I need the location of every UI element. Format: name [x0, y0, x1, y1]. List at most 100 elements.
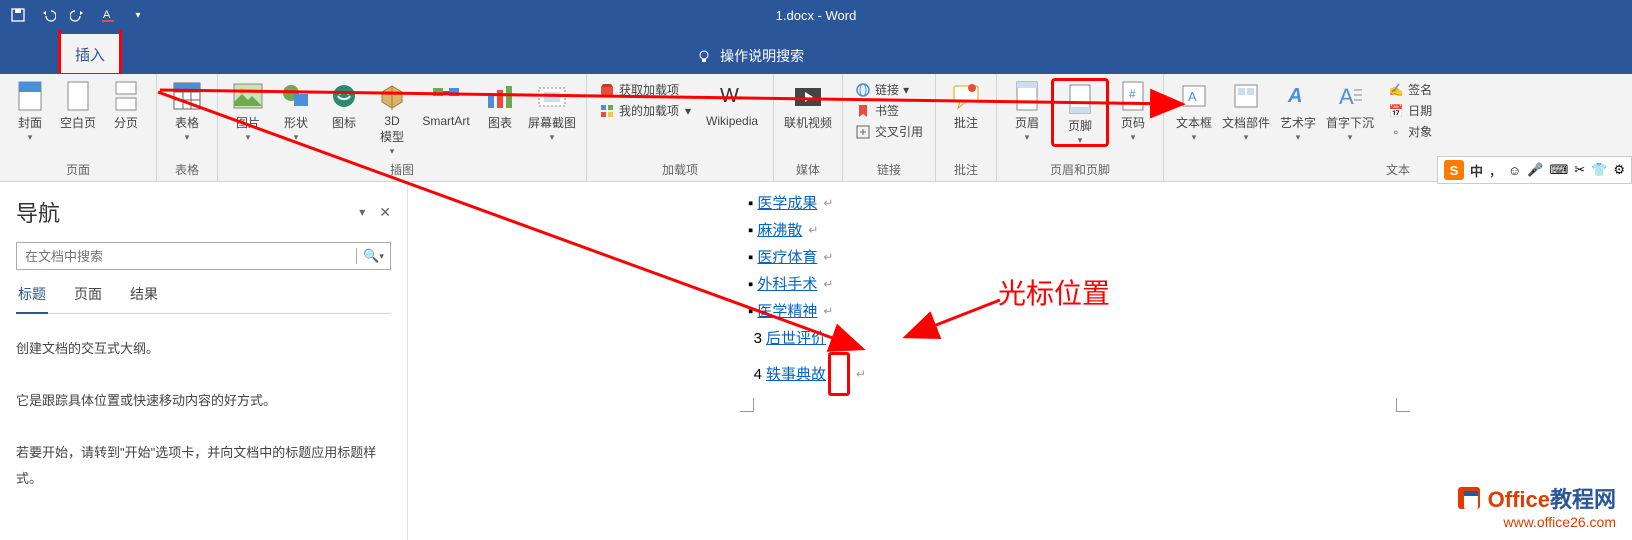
dropcap-button[interactable]: A首字下沉▾ — [1322, 78, 1378, 141]
footer-button[interactable]: 页脚▾ — [1056, 81, 1104, 144]
3d-models-button[interactable]: 3D 模型▾ — [368, 78, 416, 155]
text-box-button[interactable]: A文本框▾ — [1170, 78, 1218, 141]
link-anecdotes[interactable]: 轶事典故 — [766, 361, 826, 388]
object-button[interactable]: ▫对象 — [1386, 122, 1434, 141]
tab-insert[interactable]: 插入 — [61, 34, 119, 73]
ime-skin[interactable]: 👕 — [1591, 162, 1607, 178]
object-icon: ▫ — [1388, 124, 1404, 140]
nav-dropdown-icon[interactable]: ▾ — [359, 205, 365, 219]
get-addins-button[interactable]: 获取加载项 — [597, 80, 693, 99]
footer-icon — [1064, 83, 1096, 115]
wikipedia-button[interactable]: WWikipedia — [697, 78, 767, 128]
lightbulb-icon — [696, 48, 712, 64]
icons-button[interactable]: 图标 — [320, 78, 368, 131]
cursor-marker — [828, 352, 850, 396]
wm-brand1: Office — [1488, 487, 1550, 512]
link-later-reviews[interactable]: 后世评价 — [766, 325, 826, 352]
quickparts-icon — [1230, 80, 1262, 112]
cross-ref-button[interactable]: 交叉引用 — [853, 122, 925, 141]
page-corner-right — [1396, 398, 1410, 412]
ime-mic[interactable]: 🎤 — [1527, 162, 1543, 178]
list-item: 3后世评价↵ — [748, 325, 866, 352]
addins-icon — [599, 103, 615, 119]
link-mafeisan[interactable]: 麻沸散 — [757, 217, 802, 244]
nav-search-button[interactable]: 🔍 ▾ — [356, 248, 390, 264]
link-button[interactable]: 链接 ▾ — [853, 80, 925, 99]
window-title: 1.docx - Word — [776, 8, 857, 23]
page-number-button[interactable]: #页码▾ — [1109, 78, 1157, 141]
group-media-label: 媒体 — [774, 159, 842, 181]
group-table-label: 表格 — [157, 159, 217, 181]
date-icon: 📅 — [1388, 103, 1404, 119]
smartart-button[interactable]: SmartArt — [416, 78, 476, 128]
nav-msg1: 创建文档的交互式大纲。 — [16, 336, 391, 362]
svg-text:A: A — [1339, 84, 1354, 109]
smartart-icon — [430, 80, 462, 112]
nav-close-icon[interactable]: ✕ — [379, 204, 391, 221]
save-icon[interactable] — [10, 7, 26, 23]
comment-button[interactable]: 批注 — [942, 78, 990, 131]
ime-keyboard[interactable]: ⌨ — [1549, 162, 1568, 178]
table-button[interactable]: 表格▾ — [163, 78, 211, 141]
shapes-button[interactable]: 形状▾ — [272, 78, 320, 141]
svg-text:W: W — [720, 85, 739, 107]
blank-page-icon — [62, 80, 94, 112]
nav-tab-results[interactable]: 结果 — [128, 284, 160, 313]
bookmark-button[interactable]: 书签 — [853, 101, 925, 120]
group-hf-label: 页眉和页脚 — [997, 159, 1163, 181]
pictures-button[interactable]: 图片▾ — [224, 78, 272, 141]
font-color-icon[interactable]: A — [100, 7, 116, 23]
signature-button[interactable]: ✍签名 — [1386, 80, 1434, 99]
ime-toolbar[interactable]: S 中 ， ☺ 🎤 ⌨ ✂ 👕 ⚙ — [1437, 156, 1632, 184]
group-page-label: 页面 — [0, 159, 156, 181]
screenshot-button[interactable]: 屏幕截图▾ — [524, 78, 580, 141]
quick-parts-button[interactable]: 文档部件▾ — [1218, 78, 1274, 141]
header-icon — [1011, 80, 1043, 112]
group-links: 链接 ▾ 书签 交叉引用 链接 — [843, 74, 936, 181]
cross-ref-icon — [855, 124, 871, 140]
quick-access-toolbar: A ▾ — [0, 7, 156, 23]
group-header-footer: 页眉▾ 页脚▾ #页码▾ 页眉和页脚 — [997, 74, 1164, 181]
group-link-label: 链接 — [843, 159, 935, 181]
cover-page-button[interactable]: 封面▾ — [6, 78, 54, 141]
page-break-button[interactable]: 分页 — [102, 78, 150, 131]
online-video-button[interactable]: 联机视频 — [780, 78, 836, 131]
list-item: ▪麻沸散↵ — [748, 217, 866, 244]
ime-emoji[interactable]: ☺ — [1508, 163, 1521, 178]
textbox-icon: A — [1178, 80, 1210, 112]
my-addins-button[interactable]: 我的加载项 ▾ — [597, 101, 693, 120]
nav-search[interactable]: 🔍 ▾ — [16, 242, 391, 270]
ime-scissors[interactable]: ✂ — [1574, 162, 1585, 178]
tell-me-text: 操作说明搜索 — [720, 46, 804, 66]
document-area[interactable]: ▪医学成果↵ ▪麻沸散↵ ▪医疗体育↵ ▪外科手术↵ ▪医学精神↵ 3后世评价↵… — [408, 182, 1632, 540]
header-button[interactable]: 页眉▾ — [1003, 78, 1051, 141]
link-medical-spirit[interactable]: 医学精神 — [757, 298, 817, 325]
nav-body: 创建文档的交互式大纲。 它是跟踪具体位置或快速移动内容的好方式。 若要开始，请转… — [16, 314, 391, 514]
svg-text:A: A — [103, 9, 111, 21]
cover-page-icon — [14, 80, 46, 112]
link-medical-achievements[interactable]: 医学成果 — [757, 190, 817, 217]
sogou-icon: S — [1444, 160, 1464, 180]
nav-tab-headings[interactable]: 标题 — [16, 284, 48, 314]
wordart-button[interactable]: A艺术字▾ — [1274, 78, 1322, 141]
chart-icon — [484, 80, 516, 112]
nav-search-input[interactable] — [17, 249, 356, 264]
wordart-icon: A — [1282, 80, 1314, 112]
ime-lang[interactable]: 中 — [1470, 161, 1483, 180]
ime-punct[interactable]: ， — [1489, 161, 1502, 180]
3d-model-icon — [376, 80, 408, 112]
link-medical-sports[interactable]: 医疗体育 — [757, 244, 817, 271]
link-surgery[interactable]: 外科手术 — [757, 271, 817, 298]
redo-icon[interactable] — [70, 7, 86, 23]
undo-icon[interactable] — [40, 7, 56, 23]
nav-tab-pages[interactable]: 页面 — [72, 284, 104, 313]
group-illus-label: 插图 — [218, 159, 586, 181]
nav-msg2: 它是跟踪具体位置或快速移动内容的好方式。 — [16, 388, 391, 414]
blank-page-button[interactable]: 空白页 — [54, 78, 102, 131]
date-time-button[interactable]: 📅日期 — [1386, 101, 1434, 120]
qat-customize-icon[interactable]: ▾ — [130, 7, 146, 23]
tell-me[interactable]: 操作说明搜索 — [696, 46, 804, 74]
chart-button[interactable]: 图表 — [476, 78, 524, 131]
ime-settings[interactable]: ⚙ — [1613, 162, 1625, 178]
picture-icon — [232, 80, 264, 112]
